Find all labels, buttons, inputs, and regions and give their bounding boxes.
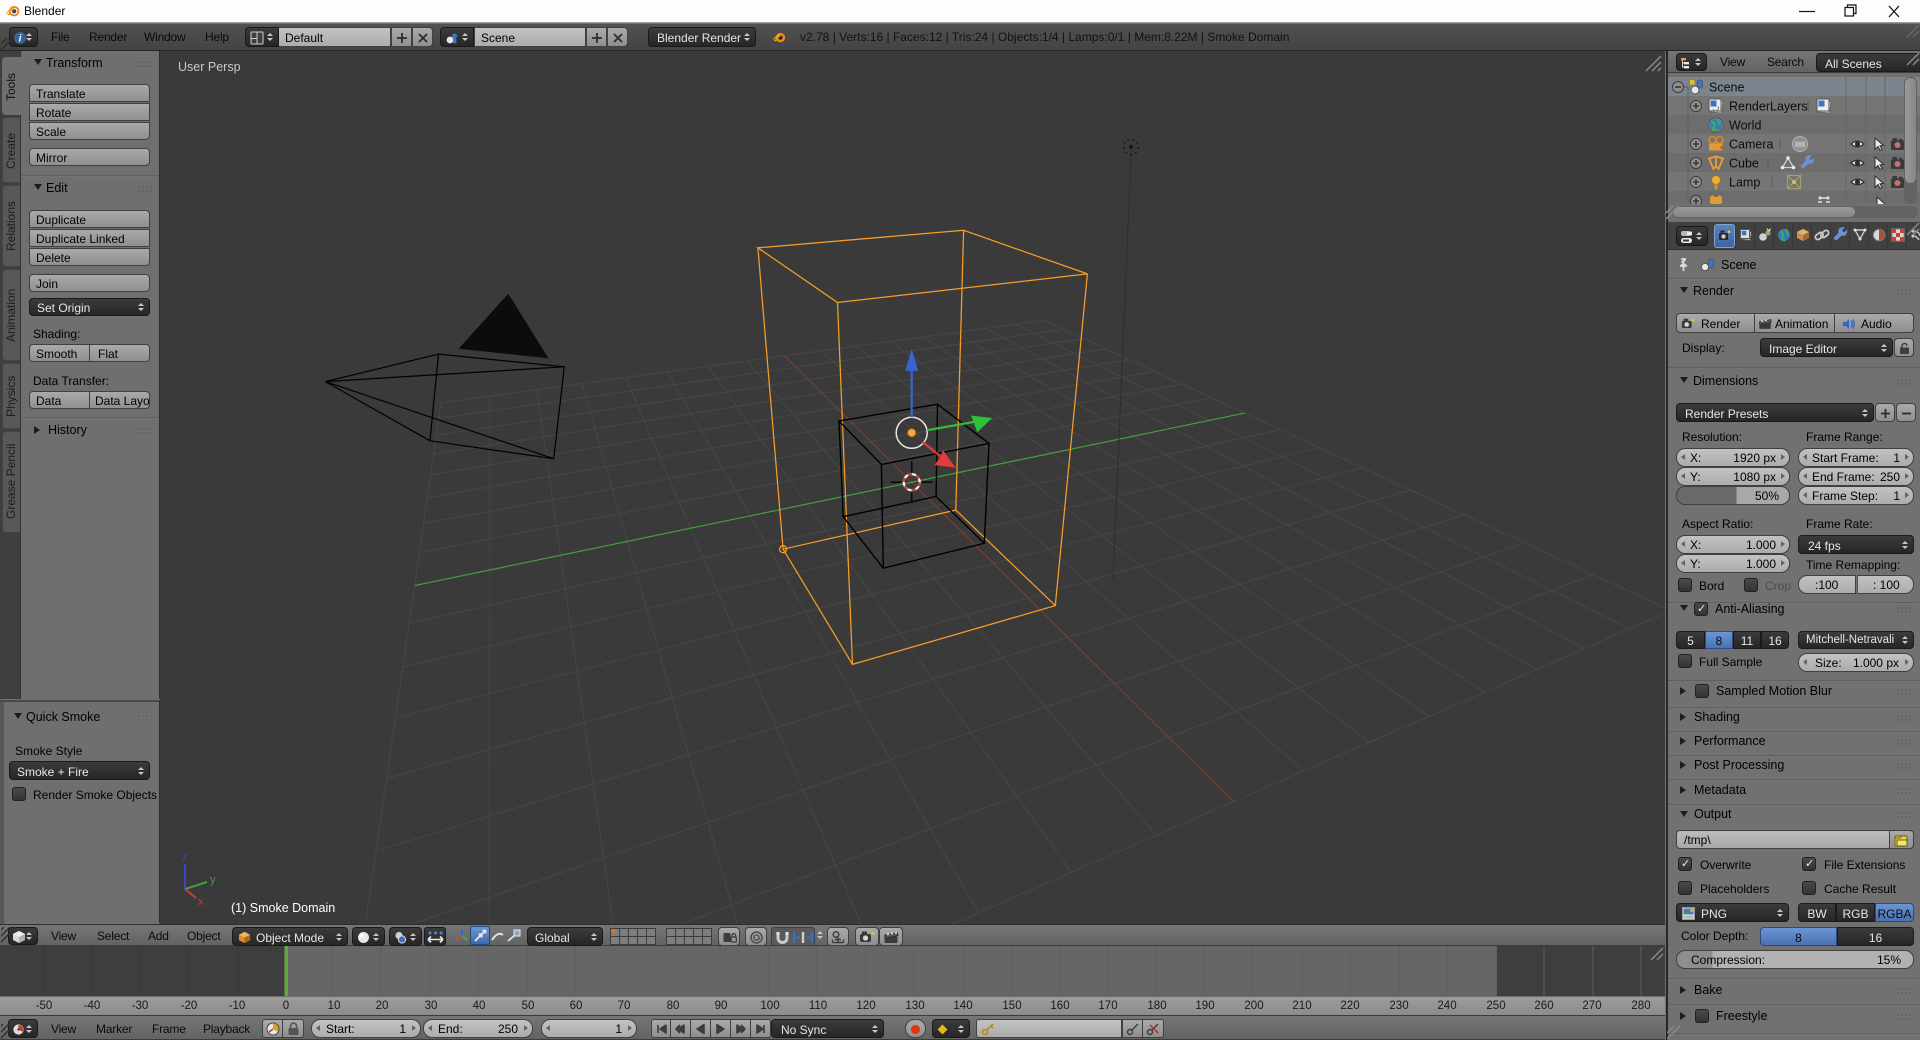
svg-text:Cube: Cube	[1729, 157, 1759, 171]
svg-text:Camera: Camera	[1729, 138, 1774, 152]
svg-text:Scene: Scene	[1709, 81, 1744, 95]
svg-text:z: z	[182, 851, 188, 863]
svg-text:y: y	[210, 874, 216, 886]
svg-text:User Persp: User Persp	[178, 60, 241, 74]
svg-text:i: i	[19, 34, 22, 45]
svg-text:RenderLayers: RenderLayers	[1729, 100, 1808, 114]
svg-text:Lamp: Lamp	[1729, 176, 1760, 190]
svg-text:World: World	[1729, 119, 1761, 133]
svg-text:(1) Smoke Domain: (1) Smoke Domain	[231, 901, 335, 915]
svg-text:x: x	[198, 896, 204, 908]
